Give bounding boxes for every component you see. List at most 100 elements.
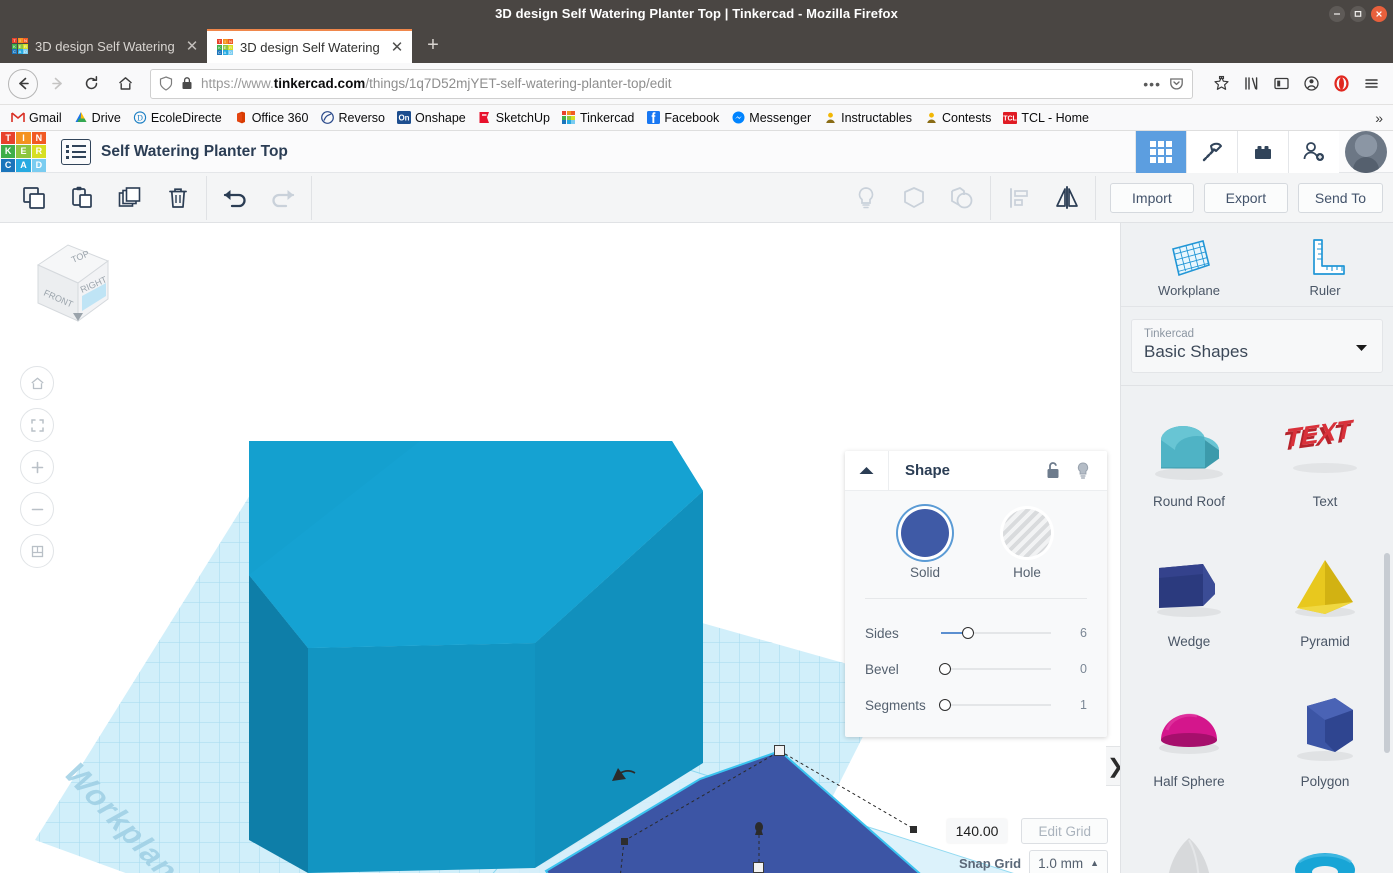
home-view-button[interactable] xyxy=(20,366,54,400)
project-menu-icon[interactable] xyxy=(61,138,91,165)
browser-tab-1[interactable]: TIN KER CAD 3D design Self Watering ✕ xyxy=(2,29,207,63)
back-button[interactable] xyxy=(8,68,38,99)
sidebar-scrollbar[interactable] xyxy=(1384,553,1390,753)
duplicate-icon[interactable] xyxy=(106,176,154,220)
shape-item-polygon[interactable]: Polygon xyxy=(1257,672,1393,812)
resize-handle[interactable] xyxy=(774,745,785,756)
sidebar-tool-ruler[interactable]: Ruler xyxy=(1257,235,1393,298)
window-maximize-button[interactable] xyxy=(1350,5,1366,22)
bookmark-drive[interactable]: Drive xyxy=(69,109,126,127)
bricks-icon[interactable] xyxy=(1237,130,1288,173)
lock-icon[interactable] xyxy=(181,76,193,91)
snap-grid-select[interactable]: 1.0 mm ▲ xyxy=(1029,850,1108,873)
close-icon[interactable]: ✕ xyxy=(388,38,406,56)
edge-handle[interactable] xyxy=(621,838,628,845)
triangle-up-icon[interactable] xyxy=(845,451,889,491)
undo-icon[interactable] xyxy=(211,176,259,220)
bulb-icon[interactable] xyxy=(1075,461,1091,480)
shape-item-torus[interactable]: Torus xyxy=(1257,812,1393,873)
sides-slider[interactable] xyxy=(941,625,1059,641)
edit-grid-button[interactable]: Edit Grid xyxy=(1021,818,1108,844)
tinkercad-icon: TIN KER CAD xyxy=(217,39,233,55)
ungroup-icon[interactable] xyxy=(938,176,986,220)
export-button[interactable]: Export xyxy=(1203,182,1288,213)
bookmark-gmail[interactable]: Gmail xyxy=(6,109,67,127)
segments-slider[interactable] xyxy=(939,697,1059,713)
home-button[interactable] xyxy=(110,69,140,99)
chevron-down-icon[interactable] xyxy=(1355,344,1368,352)
opera-extension-icon[interactable] xyxy=(1327,70,1355,98)
bookmark-onshape[interactable]: On Onshape xyxy=(392,109,471,127)
bookmark-office360[interactable]: Office 360 xyxy=(229,109,314,127)
expand-panel-button[interactable]: ❯ xyxy=(1106,746,1120,786)
design-grid-icon[interactable] xyxy=(1135,130,1186,173)
shape-item-round-roof[interactable]: Round Roof xyxy=(1121,392,1257,532)
sidebar-icon[interactable] xyxy=(1267,70,1295,98)
height-handle[interactable] xyxy=(753,862,764,873)
hamburger-menu-icon[interactable] xyxy=(1357,70,1385,98)
redo-icon[interactable] xyxy=(259,176,307,220)
page-actions-icon[interactable]: ••• xyxy=(1143,76,1161,92)
library-icon[interactable] xyxy=(1237,70,1265,98)
view-cube[interactable]: TOP FRONT RIGHT xyxy=(16,233,114,323)
dimension-label-right[interactable]: 140.00 xyxy=(946,819,1008,843)
send-to-button[interactable]: Send To xyxy=(1297,182,1383,213)
ortho-perspective-button[interactable] xyxy=(20,534,54,568)
unlock-icon[interactable] xyxy=(1045,461,1061,480)
mirror-icon[interactable] xyxy=(1043,176,1091,220)
import-button[interactable]: Import xyxy=(1109,182,1194,213)
bookmark-ecoledirecte[interactable]: D EcoleDirecte xyxy=(128,109,227,127)
bookmark-star-icon[interactable] xyxy=(1207,70,1235,98)
codeblocks-icon[interactable] xyxy=(1186,130,1237,173)
bookmark-facebook[interactable]: Facebook xyxy=(641,109,724,127)
pocket-icon[interactable] xyxy=(1169,76,1184,91)
shield-icon[interactable] xyxy=(159,76,173,91)
hole-swatch[interactable] xyxy=(1003,509,1051,557)
3d-canvas[interactable]: Workplane TOP FRONT RIGHT Shape Solid Ho… xyxy=(0,223,1120,873)
bulb-icon[interactable] xyxy=(842,176,890,220)
shape-item-wedge[interactable]: Wedge xyxy=(1121,532,1257,672)
shape-item-pyramid[interactable]: Pyramid xyxy=(1257,532,1393,672)
tinkercad-logo[interactable]: T I N K E R C A D xyxy=(0,131,47,173)
zoom-out-button[interactable] xyxy=(20,492,54,526)
bookmark-reverso[interactable]: Reverso xyxy=(315,109,390,127)
shape-item-paraboloid[interactable]: Paraboloid xyxy=(1121,812,1257,873)
bookmark-sketchup[interactable]: SketchUp xyxy=(473,109,555,127)
invite-user-icon[interactable] xyxy=(1288,130,1339,173)
solid-swatch[interactable] xyxy=(901,509,949,557)
zoom-in-button[interactable] xyxy=(20,450,54,484)
window-minimize-button[interactable] xyxy=(1329,5,1345,22)
avatar[interactable] xyxy=(1345,130,1387,173)
forward-button[interactable] xyxy=(42,69,72,99)
bookmark-tcl-home[interactable]: TCL TCL - Home xyxy=(998,109,1094,127)
bookmarks-overflow-button[interactable]: » xyxy=(1375,110,1387,126)
window-close-button[interactable] xyxy=(1371,5,1387,22)
bookmark-contests[interactable]: Contests xyxy=(919,109,996,127)
shape-item-half-sphere[interactable]: Half Sphere xyxy=(1121,672,1257,812)
close-icon[interactable]: ✕ xyxy=(183,37,201,55)
bookmark-label: Facebook xyxy=(664,110,720,125)
slider-value: 1 xyxy=(1080,698,1087,712)
align-icon[interactable] xyxy=(995,176,1043,220)
copy-icon[interactable] xyxy=(10,176,58,220)
reload-button[interactable] xyxy=(76,69,106,99)
new-tab-button[interactable]: + xyxy=(418,30,448,60)
group-icon[interactable] xyxy=(890,176,938,220)
shape-mode-solid[interactable]: Solid xyxy=(901,509,949,580)
sidebar-tool-workplane[interactable]: Workplane xyxy=(1121,235,1257,298)
bookmark-tinkercad[interactable]: Tinkercad xyxy=(557,109,639,127)
shape-item-text[interactable]: TEXT TEXT Text xyxy=(1257,392,1393,532)
trash-icon[interactable] xyxy=(154,176,202,220)
shape-library-grid: Round Roof TEXT TEXT Text Wedge Pyramid … xyxy=(1121,386,1393,873)
url-bar[interactable]: https://www.tinkercad.com/things/1q7D52m… xyxy=(150,68,1193,99)
bevel-slider[interactable] xyxy=(939,661,1059,677)
bookmark-messenger[interactable]: Messenger xyxy=(726,109,816,127)
fit-view-button[interactable] xyxy=(20,408,54,442)
paste-icon[interactable] xyxy=(58,176,106,220)
edge-handle[interactable] xyxy=(910,826,917,833)
browser-tab-2[interactable]: TIN KER CAD 3D design Self Watering ✕ xyxy=(207,29,412,63)
account-icon[interactable] xyxy=(1297,70,1325,98)
shape-library-select[interactable]: Tinkercad Basic Shapes xyxy=(1131,319,1383,373)
bookmark-instructables[interactable]: Instructables xyxy=(818,109,917,127)
shape-mode-hole[interactable]: Hole xyxy=(1003,509,1051,580)
